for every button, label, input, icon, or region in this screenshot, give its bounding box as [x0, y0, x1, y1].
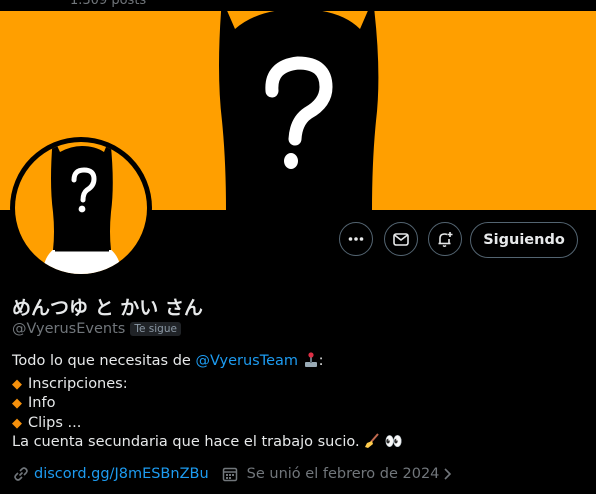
avatar-image [15, 142, 147, 274]
bio-item-2: ◆ Info [12, 394, 572, 414]
following-button[interactable]: Siguiendo [470, 222, 578, 258]
display-name: めんつゆ と かい さん [12, 297, 203, 319]
calendar-icon [221, 465, 239, 483]
profile-website-link[interactable]: discord.gg/J8mESBnZBu [34, 466, 209, 482]
handle-row: @VyerusEvents Te sigue [12, 321, 181, 337]
notification-bell-plus-icon [438, 232, 453, 247]
more-icon [348, 237, 364, 241]
broom-emoji [364, 433, 380, 456]
bio-closing-line: La cuenta secundaria que hace el trabajo… [12, 433, 572, 456]
message-icon [393, 233, 409, 246]
orange-diamond-icon: ◆ [12, 396, 22, 411]
notifications-button[interactable] [428, 222, 462, 256]
joystick-emoji [303, 352, 319, 375]
message-button[interactable] [384, 222, 418, 256]
bio-item-1: ◆ Inscripciones: [12, 375, 572, 395]
bio-item-3: ◆ Clips ... [12, 414, 572, 434]
follows-you-badge: Te sigue [130, 322, 181, 336]
bio-line-1: Todo lo que necesitas de @VyerusTeam : [12, 352, 572, 375]
profile-avatar[interactable] [10, 137, 152, 279]
posts-count: 1.309 posts [70, 0, 147, 8]
profile-meta: discord.gg/J8mESBnZBu Se unió el febrero… [12, 465, 457, 483]
more-options-button[interactable] [339, 222, 373, 256]
bio-suffix: : [318, 353, 324, 369]
bio-intro-text: Todo lo que necesitas de [12, 353, 196, 369]
link-icon [12, 465, 30, 483]
bio-mention-link[interactable]: @VyerusTeam [195, 353, 298, 369]
eyes-emoji: 👀 [384, 434, 403, 450]
orange-diamond-icon: ◆ [12, 415, 22, 431]
top-bar: 1.309 posts [0, 0, 596, 11]
handle: @VyerusEvents [12, 321, 126, 337]
bio: Todo lo que necesitas de @VyerusTeam : ◆… [12, 352, 572, 456]
chevron-right-icon[interactable] [439, 465, 457, 483]
joined-date: Se unió el febrero de 2024 [246, 466, 440, 482]
orange-diamond-icon: ◆ [12, 376, 22, 392]
